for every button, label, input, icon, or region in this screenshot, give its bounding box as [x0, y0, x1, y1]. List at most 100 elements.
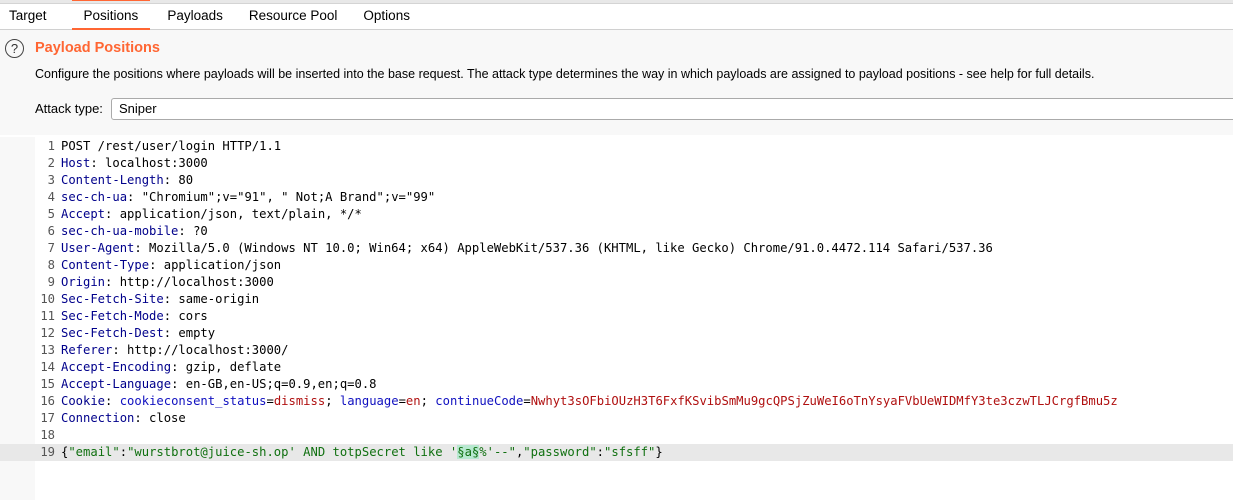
line-number: 13	[40, 343, 55, 357]
code-token: Nwhyt3sOFbiOUzH3T6FxfKSvibSmMu9gcQPSjZuW…	[530, 394, 1118, 408]
code-token: dismiss	[273, 394, 326, 408]
line-content: Connection: close	[61, 410, 186, 427]
request-line: 9 Origin: http://localhost:3000	[0, 274, 1233, 291]
code-token: Origin	[61, 275, 106, 289]
request-line: 10 Sec-Fetch-Site: same-origin	[0, 291, 1233, 308]
code-token: : 80	[163, 173, 194, 187]
request-line: 18	[0, 427, 1233, 444]
request-line: 2 Host: localhost:3000	[0, 155, 1233, 172]
code-token: : application/json	[149, 258, 282, 272]
code-token: User-Agent	[61, 241, 135, 255]
tab-options[interactable]: Options	[354, 4, 419, 29]
code-token: : en-GB,en-US;q=0.9,en;q=0.8	[171, 377, 377, 391]
code-token: :	[119, 445, 128, 459]
code-token: Host	[61, 156, 91, 170]
request-editor[interactable]: 1 POST /rest/user/login HTTP/1.1 2 Host: lo…	[0, 137, 1233, 500]
line-number: 10	[40, 292, 55, 306]
request-line: 16 Cookie: cookieconsent_status=dismiss; …	[0, 393, 1233, 410]
code-token: Accept-Language	[61, 377, 172, 391]
line-content: Cookie: cookieconsent_status=dismiss; la…	[61, 393, 1118, 410]
request-line: 19 {"email":"wurstbrot@juice-sh.op' AND t…	[0, 444, 1233, 461]
line-number: 18	[40, 428, 55, 442]
line-number: 9	[47, 275, 55, 289]
code-token: ;	[420, 394, 436, 408]
code-token: : application/json, text/plain, */*	[105, 207, 362, 221]
request-line: 6 sec-ch-ua-mobile: ?0	[0, 223, 1233, 240]
line-number: 19	[40, 445, 55, 459]
code-token: Accept-Encoding	[61, 360, 172, 374]
code-token: : cors	[163, 309, 208, 323]
code-token: en	[405, 394, 421, 408]
request-line: 7 User-Agent: Mozilla/5.0 (Windows NT 10.…	[0, 240, 1233, 257]
payload-marker: §a§	[457, 445, 480, 459]
request-line: 15 Accept-Language: en-GB,en-US;q=0.9,en;…	[0, 376, 1233, 393]
line-content: POST /rest/user/login HTTP/1.1	[61, 138, 281, 155]
line-number: 14	[40, 360, 55, 374]
line-content: Content-Length: 80	[61, 172, 193, 189]
code-token: =	[266, 394, 274, 408]
line-content: Origin: http://localhost:3000	[61, 274, 274, 291]
code-token: Referer	[61, 343, 113, 357]
line-number: 5	[47, 207, 55, 221]
code-token: : http://localhost:3000/	[112, 343, 289, 357]
code-token: Connection	[61, 411, 135, 425]
code-token: : localhost:3000	[90, 156, 208, 170]
line-number: 2	[47, 156, 55, 170]
code-token: "wurstbrot@juice-sh.op' AND totpSecret l…	[127, 445, 458, 459]
code-token: : http://localhost:3000	[105, 275, 274, 289]
line-number: 16	[40, 394, 55, 408]
line-number: 17	[40, 411, 55, 425]
line-content: User-Agent: Mozilla/5.0 (Windows NT 10.0…	[61, 240, 993, 257]
line-content: Sec-Fetch-Site: same-origin	[61, 291, 259, 308]
line-number: 15	[40, 377, 55, 391]
line-number: 6	[47, 224, 55, 238]
code-token: }	[655, 445, 663, 459]
request-line: 1 POST /rest/user/login HTTP/1.1	[0, 138, 1233, 155]
request-line: 4 sec-ch-ua: "Chromium";v="91", " Not;A B…	[0, 189, 1233, 206]
request-line: 8 Content-Type: application/json	[0, 257, 1233, 274]
attack-type-select[interactable]: Sniper	[111, 98, 1233, 120]
tab-resource-pool[interactable]: Resource Pool	[240, 4, 347, 29]
tab-target[interactable]: Target	[0, 4, 56, 29]
code-token: : close	[134, 411, 186, 425]
code-token: sec-ch-ua-mobile	[61, 224, 179, 238]
code-token: %'--"	[479, 445, 516, 459]
line-number: 3	[47, 173, 55, 187]
code-token: Cookie	[61, 394, 106, 408]
section-description: Configure the positions where payloads w…	[35, 67, 1095, 81]
line-content: sec-ch-ua: "Chromium";v="91", " Not;A Br…	[61, 189, 435, 206]
line-content: Accept-Language: en-GB,en-US;q=0.9,en;q=…	[61, 376, 377, 393]
tab-bar: Target Positions Payloads Resource Pool Opti…	[0, 0, 1233, 30]
line-content: Sec-Fetch-Dest: empty	[61, 325, 215, 342]
code-token: cookieconsent_status	[119, 394, 267, 408]
tab-payloads[interactable]: Payloads	[158, 4, 232, 29]
code-token: Content-Length	[61, 173, 164, 187]
code-token: continueCode	[435, 394, 524, 408]
request-line: 13 Referer: http://localhost:3000/	[0, 342, 1233, 359]
line-content: {"email":"wurstbrot@juice-sh.op' AND tot…	[61, 444, 663, 461]
request-line: 5 Accept: application/json, text/plain, *…	[0, 206, 1233, 223]
line-content: Accept-Encoding: gzip, deflate	[61, 359, 281, 376]
code-token: Sec-Fetch-Mode	[61, 309, 164, 323]
code-token: Sec-Fetch-Site	[61, 292, 164, 306]
line-content: sec-ch-ua-mobile: ?0	[61, 223, 208, 240]
code-token: Accept	[61, 207, 106, 221]
line-number: 1	[47, 139, 55, 153]
code-token: ;	[325, 394, 340, 408]
tab-positions[interactable]: Positions	[71, 0, 151, 30]
code-token: :	[596, 445, 605, 459]
request-line: 14 Accept-Encoding: gzip, deflate	[0, 359, 1233, 376]
help-icon[interactable]: ?	[5, 39, 24, 58]
line-number: 4	[47, 190, 55, 204]
code-token: Content-Type	[61, 258, 150, 272]
code-token: : same-origin	[163, 292, 260, 306]
attack-type-label: Attack type:	[35, 101, 103, 116]
payload-positions-section: ? Payload Positions Configure the positi…	[0, 30, 1233, 135]
request-line: 12 Sec-Fetch-Dest: empty	[0, 325, 1233, 342]
request-line: 3 Content-Length: 80	[0, 172, 1233, 189]
code-token: language	[339, 394, 399, 408]
line-number: 11	[40, 309, 55, 323]
code-token: : empty	[163, 326, 216, 340]
code-token: sec-ch-ua	[61, 190, 128, 204]
code-token: : ?0	[178, 224, 208, 238]
